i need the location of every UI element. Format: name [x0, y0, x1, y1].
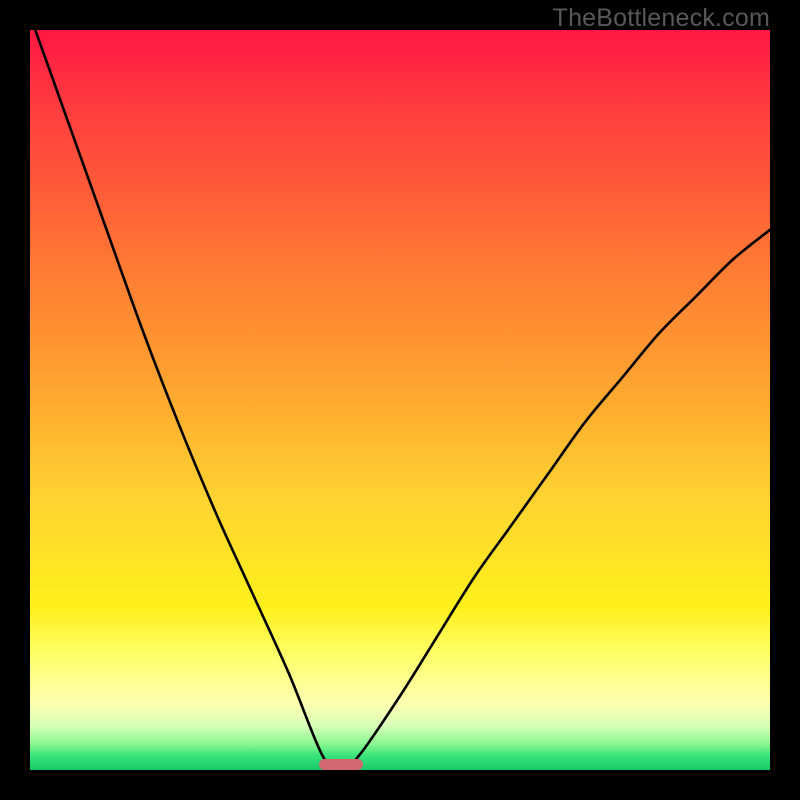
bottleneck-curve-path: [30, 30, 770, 770]
bottleneck-curve-svg: [30, 30, 770, 770]
watermark: TheBottleneck.com: [553, 4, 770, 33]
chart-frame: [30, 30, 770, 770]
bottleneck-marker: [319, 759, 363, 770]
